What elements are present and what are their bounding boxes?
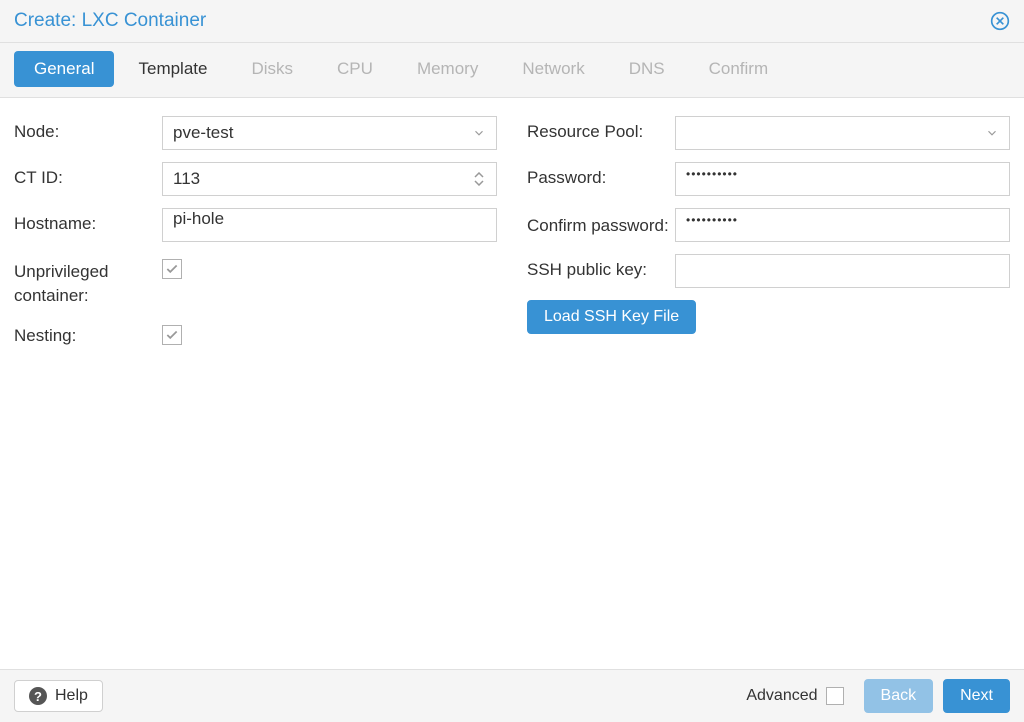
close-icon[interactable] (990, 11, 1010, 31)
spinner-arrows[interactable] (474, 172, 486, 186)
ctid-value: 113 (173, 169, 200, 189)
node-label: Node: (14, 116, 162, 142)
ctid-label: CT ID: (14, 162, 162, 188)
confirm-password-label: Confirm password: (527, 208, 675, 238)
tab-template[interactable]: Template (118, 51, 227, 87)
password-value: •••••••••• (686, 167, 738, 181)
hostname-value: pi-hole (173, 209, 224, 228)
ssh-key-input[interactable] (675, 254, 1010, 288)
arrow-up-icon (474, 172, 484, 179)
chevron-down-icon (472, 126, 486, 140)
back-button[interactable]: Back (864, 679, 934, 713)
nesting-checkbox[interactable] (162, 325, 182, 345)
help-label: Help (55, 687, 88, 705)
password-label: Password: (527, 162, 675, 188)
confirm-password-value: •••••••••• (686, 213, 738, 227)
form-column-left: Node: pve-test CT ID: 113 (14, 116, 497, 358)
advanced-section: Advanced (746, 687, 843, 705)
form-column-right: Resource Pool: Password: •••••••••• Conf… (527, 116, 1010, 358)
form-row-load-ssh: Load SSH Key File (527, 300, 1010, 334)
form-row-ssh-key: SSH public key: (527, 254, 1010, 288)
password-input[interactable]: •••••••••• (675, 162, 1010, 196)
tab-network: Network (502, 51, 604, 87)
advanced-label: Advanced (746, 687, 817, 705)
next-button[interactable]: Next (943, 679, 1010, 713)
chevron-down-icon (985, 126, 999, 140)
arrow-down-icon (474, 179, 484, 186)
hostname-label: Hostname: (14, 208, 162, 234)
tab-memory: Memory (397, 51, 498, 87)
ssh-key-label: SSH public key: (527, 254, 675, 280)
form-row-hostname: Hostname: pi-hole (14, 208, 497, 242)
form-row-unprivileged: Unprivileged container: (14, 254, 497, 308)
help-button[interactable]: ? Help (14, 680, 103, 712)
unprivileged-label: Unprivileged container: (14, 254, 162, 308)
form-row-node: Node: pve-test (14, 116, 497, 150)
tab-confirm: Confirm (689, 51, 789, 87)
load-ssh-button[interactable]: Load SSH Key File (527, 300, 696, 334)
form-row-pool: Resource Pool: (527, 116, 1010, 150)
nesting-label: Nesting: (14, 320, 162, 346)
form-row-ctid: CT ID: 113 (14, 162, 497, 196)
check-icon (165, 328, 179, 342)
tab-general[interactable]: General (14, 51, 114, 87)
node-value: pve-test (173, 123, 233, 143)
form-row-password: Password: •••••••••• (527, 162, 1010, 196)
tab-disks: Disks (231, 51, 313, 87)
dialog-footer: ? Help Advanced Back Next (0, 669, 1024, 722)
tab-cpu: CPU (317, 51, 393, 87)
unprivileged-checkbox[interactable] (162, 259, 182, 279)
tab-dns: DNS (609, 51, 685, 87)
advanced-checkbox[interactable] (826, 687, 844, 705)
tab-bar: General Template Disks CPU Memory Networ… (0, 43, 1024, 98)
node-select[interactable]: pve-test (162, 116, 497, 150)
help-icon: ? (29, 687, 47, 705)
hostname-input[interactable]: pi-hole (162, 208, 497, 242)
dialog-title: Create: LXC Container (14, 10, 206, 32)
check-icon (165, 262, 179, 276)
pool-label: Resource Pool: (527, 116, 675, 142)
pool-select[interactable] (675, 116, 1010, 150)
ctid-input[interactable]: 113 (162, 162, 497, 196)
form-body: Node: pve-test CT ID: 113 (0, 98, 1024, 372)
form-row-nesting: Nesting: (14, 320, 497, 346)
dialog-header: Create: LXC Container (0, 0, 1024, 43)
confirm-password-input[interactable]: •••••••••• (675, 208, 1010, 242)
form-row-confirm-password: Confirm password: •••••••••• (527, 208, 1010, 242)
